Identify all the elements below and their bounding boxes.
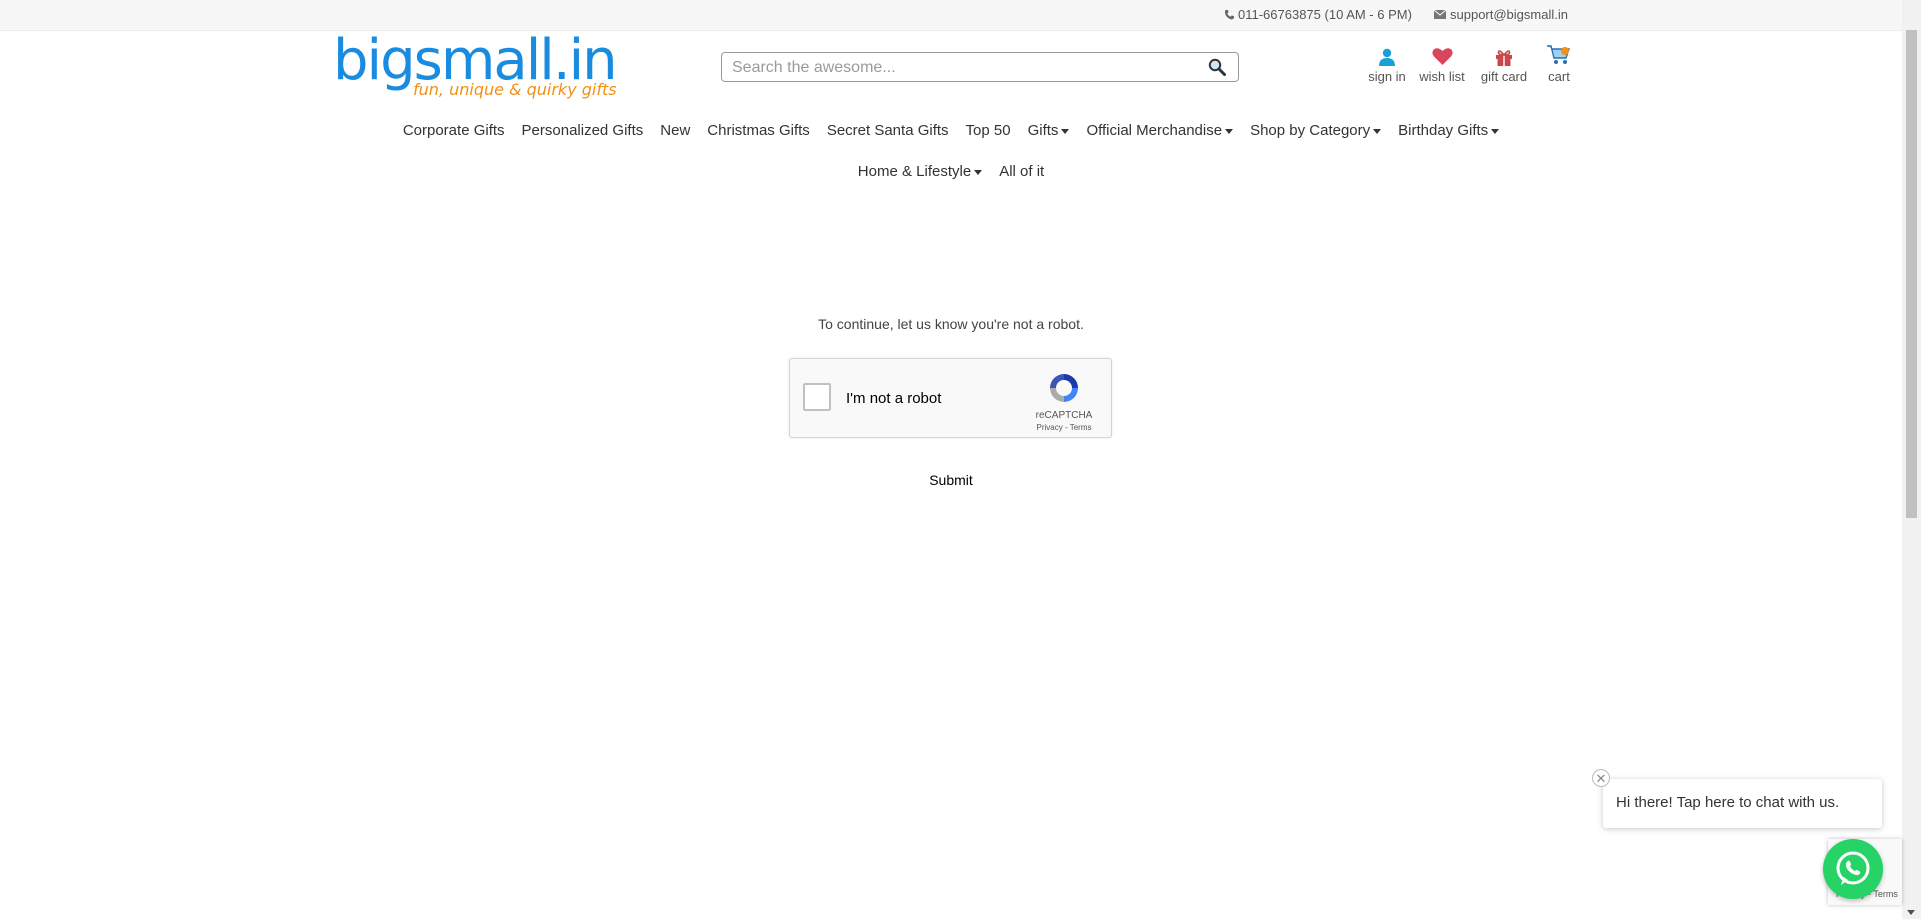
email-address: support@bigsmall.in — [1450, 7, 1568, 22]
gift-card-link[interactable]: gift card — [1480, 46, 1528, 84]
caret-down-icon — [974, 169, 983, 175]
phone-contact[interactable]: 011-66763875 (10 AM - 6 PM) — [1224, 7, 1412, 22]
main-navigation: Corporate Gifts Personalized Gifts New C… — [0, 110, 1902, 192]
whatsapp-icon — [1836, 851, 1870, 885]
nav-birthday-gifts[interactable]: Birthday Gifts — [1398, 122, 1500, 139]
recaptcha-terms-link[interactable]: Terms — [1070, 423, 1092, 432]
whatsapp-chat-button[interactable] — [1823, 839, 1883, 899]
email-contact[interactable]: support@bigsmall.in — [1434, 7, 1568, 22]
nav-corporate-gifts[interactable]: Corporate Gifts — [403, 122, 505, 139]
heart-icon — [1431, 48, 1453, 65]
nav-home-lifestyle[interactable]: Home & Lifestyle — [857, 163, 983, 180]
nav-label: Corporate Gifts — [402, 122, 505, 139]
nav-personalized-gifts[interactable]: Personalized Gifts — [522, 122, 644, 139]
recaptcha-logo-icon — [1050, 374, 1078, 402]
nav-label: New — [660, 122, 691, 139]
nav-label: Christmas Gifts — [707, 122, 810, 139]
search-icon[interactable] — [1208, 58, 1226, 81]
scroll-down-arrow-icon[interactable] — [1907, 910, 1915, 915]
cart-link[interactable]: cart — [1541, 45, 1577, 84]
phone-number: 011-66763875 (10 AM - 6 PM) — [1238, 7, 1412, 22]
nav-label: Home & Lifestyle — [857, 163, 972, 180]
chat-prompt-bubble[interactable]: Hi there! Tap here to chat with us. — [1603, 779, 1882, 828]
nav-label: Secret Santa Gifts — [826, 122, 949, 139]
nav-shop-by-category[interactable]: Shop by Category — [1250, 122, 1382, 139]
caret-down-icon — [1225, 128, 1234, 134]
recaptcha-link-separator: - — [1062, 423, 1070, 432]
user-icon — [1379, 48, 1395, 66]
recaptcha-widget: I'm not a robot reCAPTCHA Privacy - Term… — [789, 358, 1112, 438]
gift-icon — [1496, 50, 1512, 66]
sign-in-link[interactable]: sign in — [1364, 46, 1410, 84]
recaptcha-links: Privacy - Terms — [1029, 423, 1099, 432]
nav-new[interactable]: New — [660, 122, 690, 139]
cart-label: cart — [1548, 69, 1570, 84]
nav-row-2: Home & Lifestyle All of it — [0, 151, 1902, 192]
submit-button[interactable]: Submit — [929, 472, 973, 488]
nav-official-merchandise[interactable]: Official Merchandise — [1086, 122, 1234, 139]
recaptcha-checkbox[interactable] — [803, 383, 831, 411]
chat-prompt-text: Hi there! Tap here to chat with us. — [1616, 794, 1840, 811]
nav-label: Birthday Gifts — [1398, 122, 1489, 139]
wish-list-link[interactable]: wish list — [1417, 46, 1467, 84]
sign-in-label: sign in — [1368, 69, 1406, 84]
page-scrollbar[interactable] — [1902, 0, 1921, 919]
top-contact-bar: 011-66763875 (10 AM - 6 PM) support@bigs… — [0, 0, 1902, 31]
nav-label: Top 50 — [965, 122, 1011, 139]
nav-label: Shop by Category — [1250, 122, 1371, 139]
cart-icon — [1547, 45, 1570, 64]
recaptcha-label: I'm not a robot — [846, 390, 942, 407]
nav-label: All of it — [999, 163, 1045, 180]
nav-all-of-it[interactable]: All of it — [999, 163, 1044, 180]
nav-gifts[interactable]: Gifts — [1028, 122, 1070, 139]
caret-down-icon — [1061, 128, 1070, 134]
recaptcha-brand-name: reCAPTCHA — [1035, 410, 1093, 421]
search-box — [721, 52, 1239, 82]
nav-label: Gifts — [1027, 122, 1059, 139]
phone-icon — [1225, 10, 1234, 20]
envelope-icon — [1434, 10, 1446, 19]
logo-tagline: fun, unique & quirky gifts — [413, 80, 617, 99]
close-icon[interactable]: ✕ — [1592, 769, 1610, 787]
submit-row: Submit — [0, 472, 1902, 488]
robot-check-message: To continue, let us know you're not a ro… — [818, 316, 1084, 332]
gift-card-label: gift card — [1480, 69, 1528, 84]
nav-christmas-gifts[interactable]: Christmas Gifts — [707, 122, 810, 139]
caret-down-icon — [1373, 128, 1382, 134]
search-input[interactable] — [730, 57, 1194, 79]
site-logo[interactable]: bigsmall.in fun, unique & quirky gifts — [333, 33, 618, 103]
scrollbar-thumb[interactable] — [1906, 30, 1917, 518]
caret-down-icon — [1491, 128, 1500, 134]
nav-label: Official Merchandise — [1086, 122, 1223, 139]
nav-top-50[interactable]: Top 50 — [966, 122, 1011, 139]
nav-label: Personalized Gifts — [521, 122, 644, 139]
recaptcha-branding: reCAPTCHA Privacy - Terms — [1029, 371, 1099, 432]
nav-row-1: Corporate Gifts Personalized Gifts New C… — [0, 110, 1902, 151]
wish-list-label: wish list — [1419, 69, 1465, 84]
recaptcha-privacy-link[interactable]: Privacy — [1037, 423, 1063, 432]
nav-secret-santa-gifts[interactable]: Secret Santa Gifts — [827, 122, 949, 139]
